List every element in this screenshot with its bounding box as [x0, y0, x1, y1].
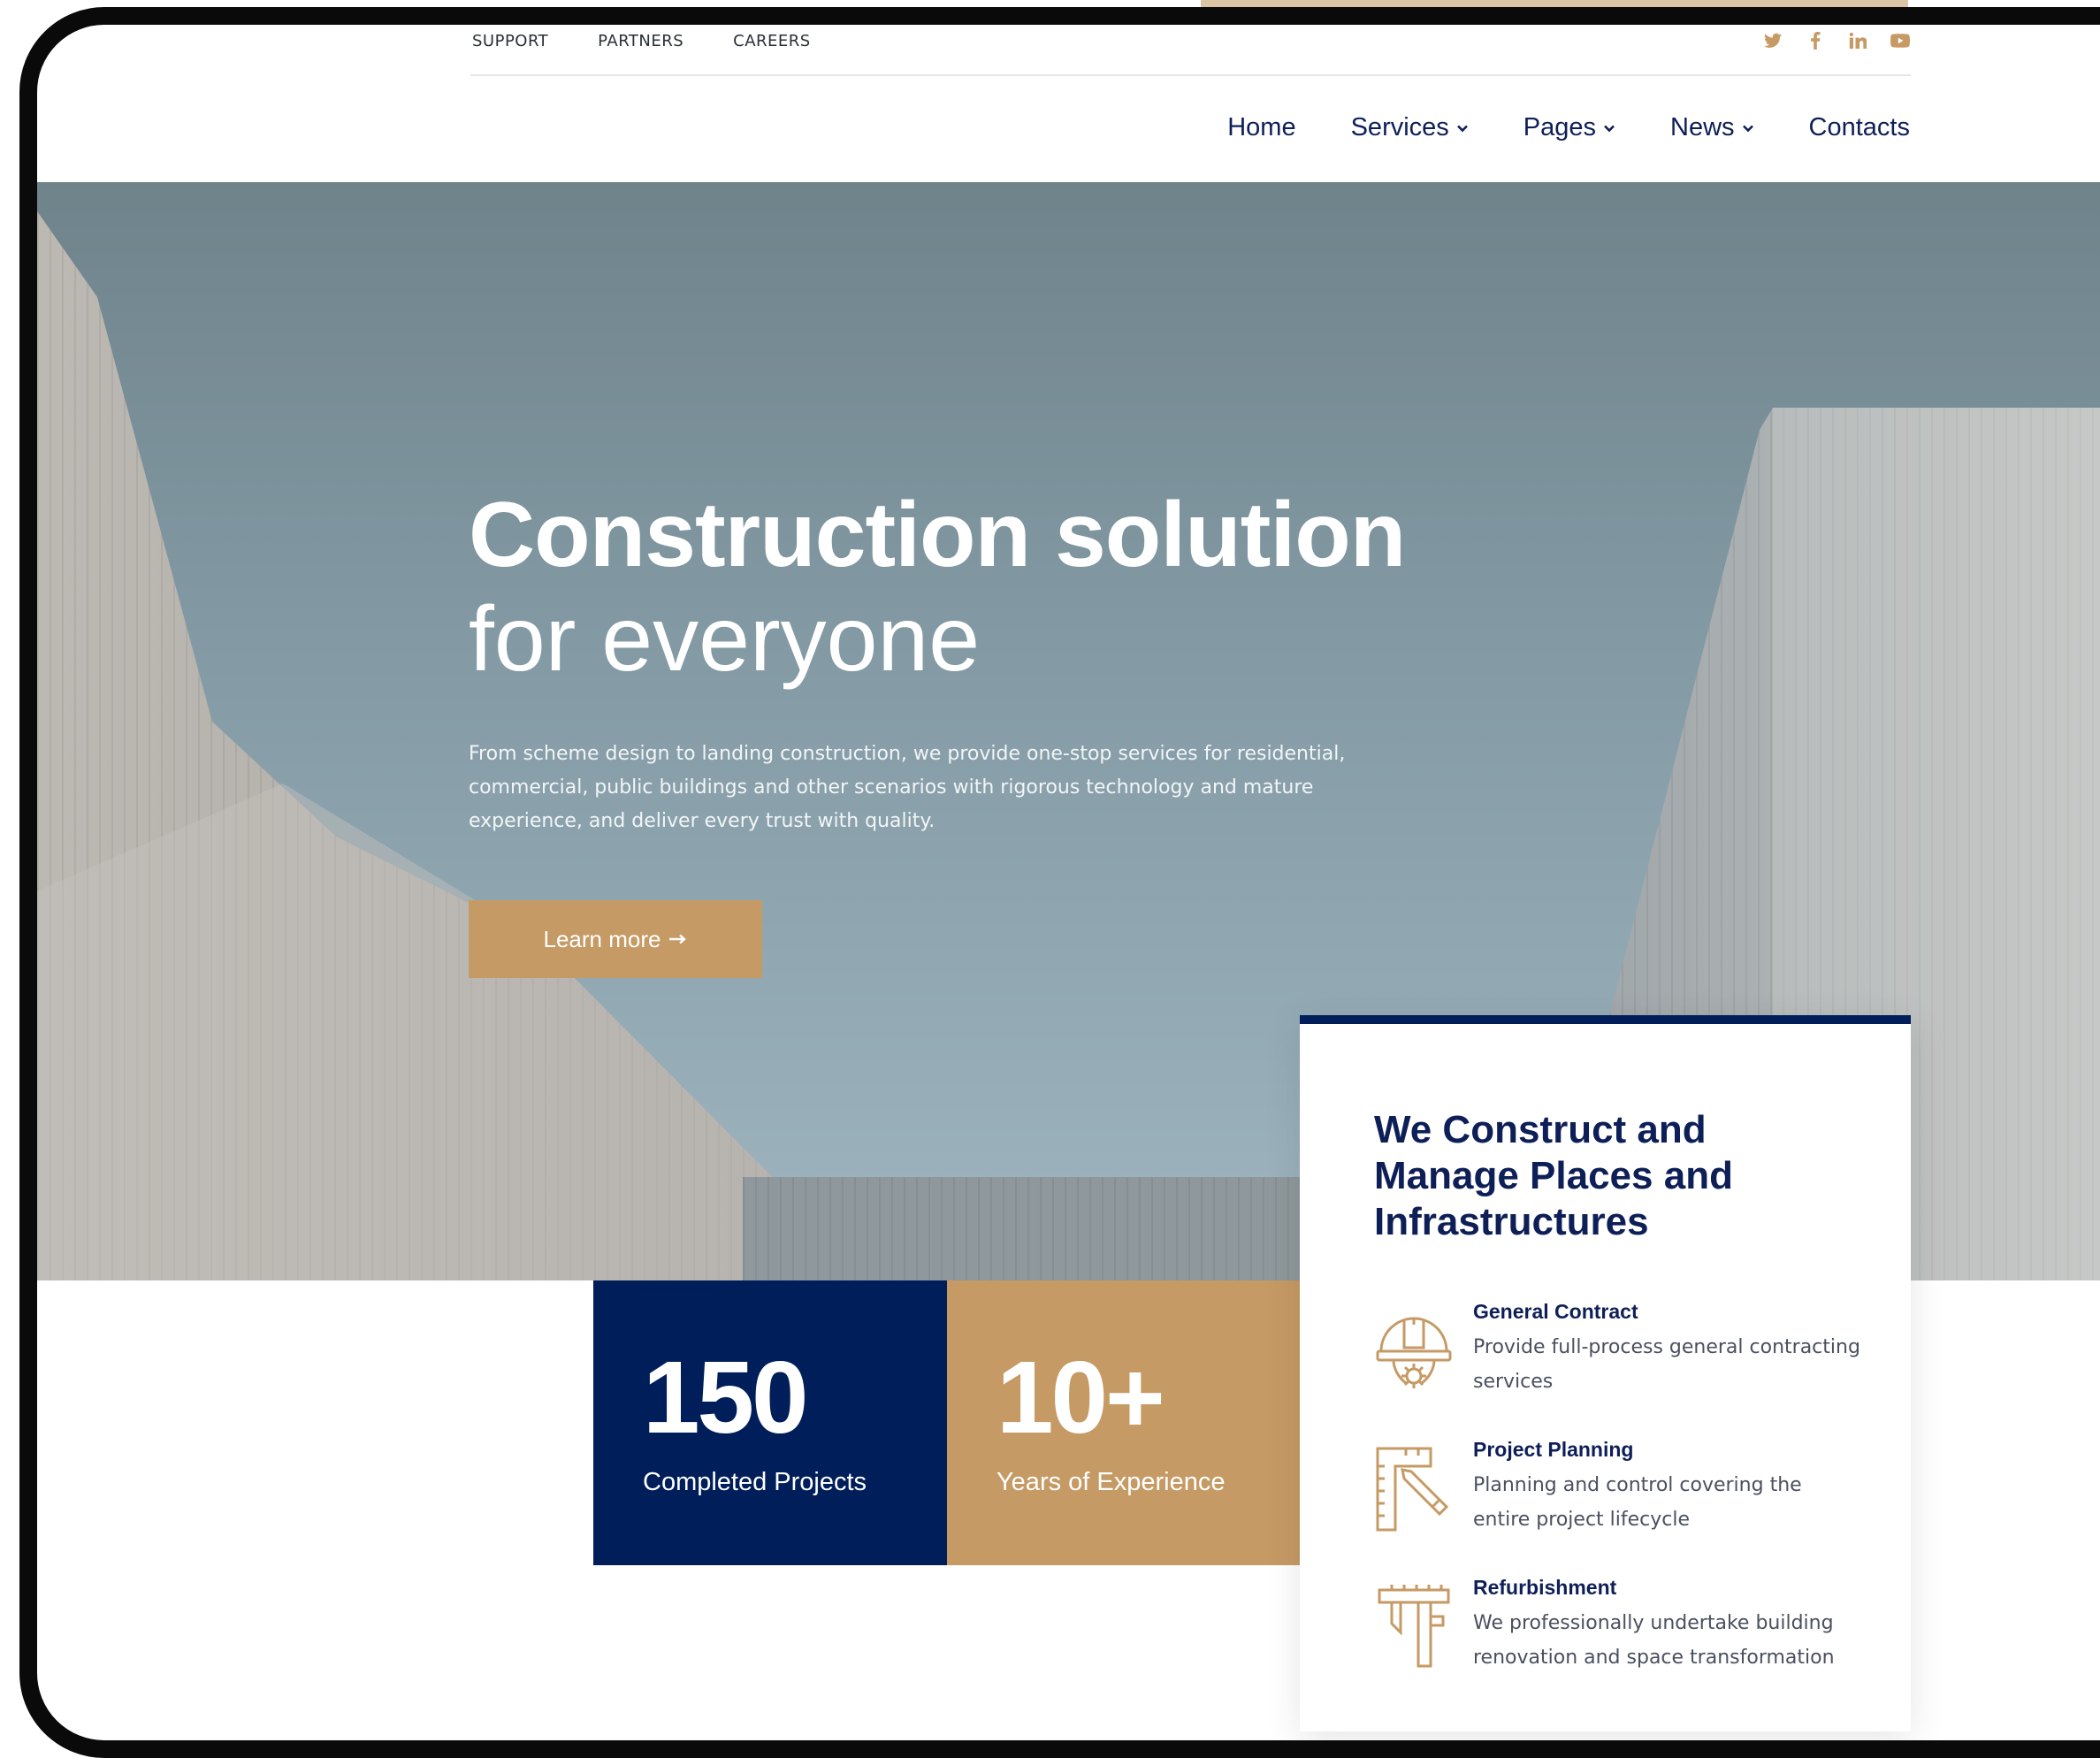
partners-link[interactable]: PARTNERS: [598, 32, 683, 50]
youtube-icon[interactable]: [1890, 30, 1911, 51]
chevron-down-icon: [1742, 125, 1753, 132]
stat-value: 10+: [997, 1340, 1165, 1455]
learn-more-label: Learn more: [543, 925, 661, 952]
card-title: We Construct and Manage Places and Infra…: [1374, 1108, 1733, 1243]
nav-news[interactable]: News: [1670, 113, 1754, 142]
support-link[interactable]: SUPPORT: [472, 32, 548, 50]
hero-title-line1: Construction solution: [469, 484, 1406, 586]
feature-description: Planning and control covering the entire…: [1473, 1474, 1802, 1531]
top-accent-bar: [1201, 0, 1908, 7]
nav-home[interactable]: Home: [1227, 113, 1295, 142]
nav-services[interactable]: Services: [1351, 113, 1469, 142]
careers-link[interactable]: CAREERS: [733, 32, 811, 50]
website-screen: SUPPORT PARTNERS CAREERS Home Services P…: [37, 25, 2100, 1731]
main-navigation: Home Services Pages News Contacts: [1227, 113, 1910, 142]
feature-refurbishment[interactable]: Refurbishment We professionally undertak…: [1374, 1576, 1869, 1691]
feature-title: General Contract: [1473, 1300, 1638, 1323]
nav-home-label: Home: [1227, 113, 1296, 141]
twitter-icon[interactable]: [1762, 30, 1783, 51]
device-frame: SUPPORT PARTNERS CAREERS Home Services P…: [19, 7, 2100, 1758]
stat-completed-projects: 150 Completed Projects: [593, 1280, 947, 1565]
feature-title: Project Planning: [1473, 1438, 1634, 1461]
chevron-down-icon: [1604, 125, 1615, 132]
nav-pages[interactable]: Pages: [1523, 113, 1615, 142]
feature-description: We professionally undertake building ren…: [1473, 1612, 1835, 1669]
utility-bar: SUPPORT PARTNERS CAREERS: [470, 25, 1911, 76]
nav-contacts[interactable]: Contacts: [1809, 113, 1910, 142]
linkedin-icon[interactable]: [1847, 30, 1868, 51]
social-links: [1762, 30, 1911, 51]
stat-label: Years of Experience: [997, 1468, 1226, 1496]
utility-links: SUPPORT PARTNERS CAREERS: [472, 32, 811, 50]
feature-title: Refurbishment: [1473, 1576, 1617, 1599]
stat-value: 150: [643, 1340, 809, 1455]
nav-pages-label: Pages: [1523, 113, 1597, 141]
nav-news-label: News: [1670, 113, 1735, 141]
services-card: We Construct and Manage Places and Infra…: [1300, 1015, 1911, 1731]
feature-project-planning[interactable]: Project Planning Planning and control co…: [1374, 1438, 1869, 1553]
stat-label: Completed Projects: [643, 1468, 867, 1496]
learn-more-button[interactable]: Learn more: [469, 900, 762, 978]
nav-services-label: Services: [1350, 113, 1449, 141]
chevron-down-icon: [1456, 125, 1468, 132]
hero-title: Construction solution for everyone: [469, 483, 1406, 692]
caliper-icon: [1378, 1585, 1450, 1668]
nav-contacts-label: Contacts: [1808, 113, 1910, 141]
hard-hat-gear-icon: [1376, 1317, 1452, 1388]
feature-description: Provide full-process general contracting…: [1473, 1336, 1860, 1393]
hero-description: From scheme design to landing constructi…: [469, 743, 1346, 832]
stat-years-experience: 10+ Years of Experience: [947, 1280, 1301, 1565]
arrow-right-icon: [669, 934, 687, 944]
hero-title-line2: for everyone: [469, 588, 981, 691]
feature-general-contract[interactable]: General Contract Provide full-process ge…: [1374, 1300, 1869, 1415]
square-ruler-pencil-icon: [1376, 1447, 1449, 1532]
facebook-icon[interactable]: [1805, 30, 1826, 51]
